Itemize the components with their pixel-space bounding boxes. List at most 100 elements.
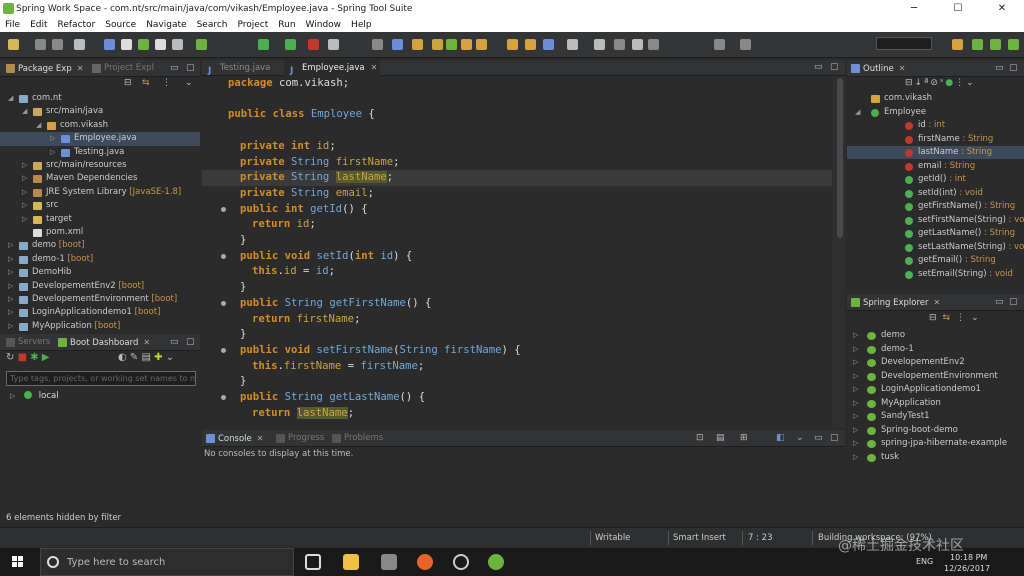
java-perspective-icon[interactable]	[972, 39, 983, 50]
link-editor-icon[interactable]: ⇆	[943, 313, 957, 323]
new-interface-icon[interactable]	[476, 39, 487, 50]
collapse-all-icon[interactable]: ⊟	[929, 313, 943, 323]
menu-item-search[interactable]: Search	[192, 20, 233, 30]
tab-console[interactable]: Console ✕	[204, 430, 263, 447]
quick-access-input[interactable]	[876, 37, 932, 50]
view-menu-chevron-icon[interactable]: ⌄	[185, 78, 193, 88]
collapse-all-icon[interactable]: ⊟	[124, 78, 132, 88]
hide-fields-icon[interactable]: ⊘	[930, 78, 940, 88]
outline-item-lastname[interactable]: lastName : String	[847, 146, 1024, 160]
minimize-button[interactable]: ─	[892, 0, 936, 17]
expand-arrow-icon[interactable]: ▷	[853, 397, 858, 410]
expand-arrow-icon[interactable]: ▷	[8, 239, 13, 252]
hide-nonpublic-icon[interactable]: ●	[945, 78, 955, 88]
tree-item-jre-system-library[interactable]: ▷ JRE System Library [JavaSE-1.8]	[0, 186, 200, 199]
maximize-view-icon[interactable]: ▢	[1009, 60, 1018, 77]
spring-item-spring-boot-demo[interactable]: ▷ Spring-boot-demo	[847, 424, 1024, 437]
open-task-icon[interactable]	[507, 39, 518, 50]
new-class-icon[interactable]	[461, 39, 472, 50]
view-menu-icon[interactable]: ⋮	[956, 313, 971, 323]
run-icon[interactable]: ▶	[42, 352, 50, 363]
build-icon[interactable]	[372, 39, 383, 50]
link-editor-icon[interactable]: ⇆	[142, 78, 150, 88]
refresh-icon[interactable]: ↻	[6, 352, 14, 363]
run-config-icon[interactable]	[138, 39, 149, 50]
expand-arrow-icon[interactable]: ▷	[50, 146, 55, 159]
outline-item-setlastname-string-[interactable]: setLastName(String) : void	[847, 241, 1024, 254]
menu-item-source[interactable]: Source	[100, 20, 141, 30]
expand-arrow-icon[interactable]: ▷	[853, 370, 858, 383]
new-java-project-icon[interactable]	[432, 39, 443, 50]
expand-arrow-icon[interactable]: ◢	[36, 119, 41, 132]
view-menu-icon[interactable]: ⋮	[162, 78, 171, 88]
maximize-view-icon[interactable]: ▢	[186, 334, 195, 351]
outline-item-getemail-[interactable]: getEmail() : String	[847, 254, 1024, 267]
menu-item-refactor[interactable]: Refactor	[53, 20, 101, 30]
tab-progress[interactable]: Progress	[274, 430, 324, 447]
outline-item-setemail-string-[interactable]: setEmail(String) : void	[847, 268, 1024, 281]
expand-arrow-icon[interactable]: ▷	[22, 159, 27, 172]
close-tab-icon[interactable]: ✕	[77, 64, 84, 73]
expand-arrow-icon[interactable]: ▷	[22, 172, 27, 185]
maximize-view-icon[interactable]: ▢	[1009, 294, 1018, 311]
tray-date[interactable]: 12/26/2017	[944, 564, 990, 573]
tree-item-testing-java[interactable]: ▷ Testing.java	[0, 146, 200, 159]
spring-item-spring-jpa-hibernate-example[interactable]: ▷ spring-jpa-hibernate-example	[847, 437, 1024, 450]
tab-boot-dashboard[interactable]: Boot Dashboard ✕	[56, 334, 150, 351]
tree-item-target[interactable]: ▷ target	[0, 213, 200, 226]
annotation-icon[interactable]	[543, 39, 554, 50]
spring-tool-suite-icon[interactable]	[488, 554, 504, 570]
tree-item-com-vikash[interactable]: ◢ com.vikash	[0, 119, 200, 132]
open-resource-icon[interactable]	[412, 39, 423, 50]
external-tools-icon[interactable]	[308, 39, 319, 50]
expand-arrow-icon[interactable]: ▷	[8, 280, 13, 293]
scrollbar-thumb[interactable]	[837, 78, 843, 238]
outline-item-com-vikash[interactable]: com.vikash	[847, 92, 1024, 105]
tree-item-src-main-resources[interactable]: ▷ src/main/resources	[0, 159, 200, 172]
display-console-icon[interactable]: ▤	[716, 430, 725, 447]
store-icon[interactable]	[381, 554, 397, 570]
console-icon[interactable]: ▤	[142, 352, 151, 363]
spring-item-developementenvironment[interactable]: ▷ DevelopementEnvironment	[847, 370, 1024, 383]
forward-icon[interactable]	[740, 39, 751, 50]
expand-arrow-icon[interactable]: ▷	[853, 383, 858, 396]
tree-item-com-nt[interactable]: ◢ com.nt	[0, 92, 200, 105]
taskbar-search-input[interactable]: Type here to search	[40, 548, 294, 576]
expand-arrow-icon[interactable]: ▷	[22, 199, 27, 212]
expand-arrow-icon[interactable]: ▷	[853, 356, 858, 369]
expand-arrow-icon[interactable]: ▷	[853, 424, 858, 437]
expand-arrow-icon[interactable]: ▷	[50, 132, 55, 145]
collapse-all-icon[interactable]: ⊟	[905, 78, 915, 88]
expand-arrow-icon[interactable]: ◢	[8, 92, 13, 105]
open-browser-icon[interactable]: ◐	[118, 352, 127, 363]
pin-console-icon[interactable]: ⊡	[696, 430, 704, 447]
menu-item-edit[interactable]: Edit	[25, 20, 52, 30]
file-explorer-icon[interactable]	[343, 554, 359, 570]
spring-item-loginapplicationdemo1[interactable]: ▷ LoginApplicationdemo1	[847, 383, 1024, 396]
new-icon[interactable]	[8, 39, 19, 50]
spring-item-demo[interactable]: ▷ demo	[847, 329, 1024, 342]
open-type-icon[interactable]	[392, 39, 403, 50]
outline-item-email[interactable]: email : String	[847, 160, 1024, 173]
edit-icon[interactable]: ✎	[130, 352, 138, 363]
minimize-view-icon[interactable]: ▭	[995, 60, 1004, 77]
tree-item-myapplication[interactable]: ▷ MyApplication [boot]	[0, 320, 200, 332]
list-item[interactable]: ▷ local	[10, 391, 59, 401]
save-all-icon[interactable]	[52, 39, 63, 50]
chevron-down-icon[interactable]: ⌄	[971, 313, 985, 323]
menu-item-project[interactable]: Project	[232, 20, 273, 30]
tree-item-pom-xml[interactable]: pom.xml	[0, 226, 200, 239]
tray-lang[interactable]: ENG	[916, 557, 933, 566]
tree-item-src[interactable]: ▷ src	[0, 199, 200, 212]
tab-outline[interactable]: Outline ✕	[849, 60, 905, 77]
debug-icon[interactable]: ✱	[30, 352, 38, 363]
outline-item-employee[interactable]: ◢ Employee	[847, 106, 1024, 119]
tab-servers[interactable]: Servers	[4, 334, 50, 351]
run-last-icon[interactable]	[285, 39, 296, 50]
new-console-icon[interactable]: ◧	[776, 430, 785, 447]
minimize-view-icon[interactable]: ▭	[170, 60, 179, 77]
tab-project-explorer[interactable]: Project Expl	[90, 60, 154, 77]
back-icon[interactable]	[714, 39, 725, 50]
tree-item-developementenv2[interactable]: ▷ DevelopementEnv2 [boot]	[0, 280, 200, 293]
firefox-icon[interactable]	[417, 554, 433, 570]
